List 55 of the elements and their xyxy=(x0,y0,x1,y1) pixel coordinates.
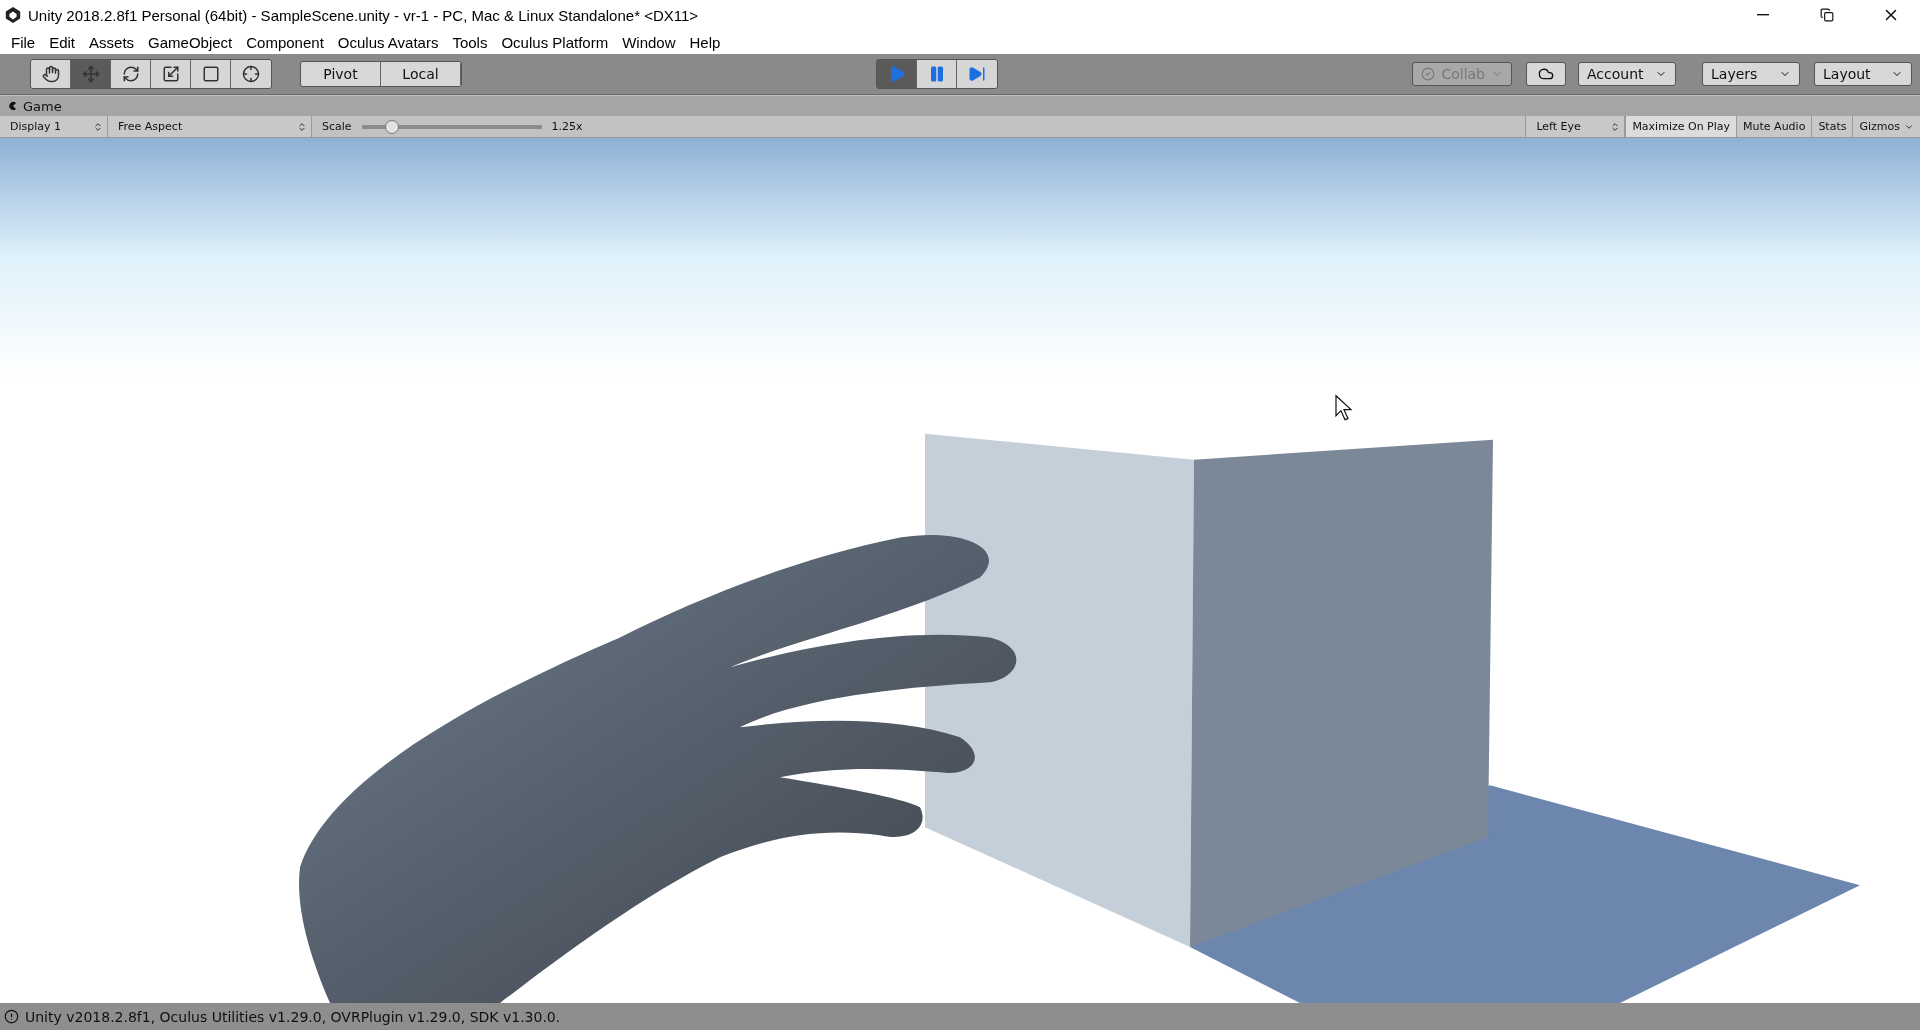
layers-dropdown[interactable]: Layers xyxy=(1702,62,1800,86)
tool-button[interactable] xyxy=(151,60,191,88)
cloud-button[interactable] xyxy=(1526,62,1566,86)
unity-logo-icon xyxy=(4,6,22,24)
tool-button[interactable] xyxy=(31,60,71,88)
menu-item[interactable]: Component xyxy=(239,33,331,51)
check-circle-icon xyxy=(1421,67,1436,81)
toggle-button[interactable]: Stats xyxy=(1811,116,1853,137)
updown-arrows-icon xyxy=(1610,121,1621,132)
toggle-button[interactable]: Mute Audio xyxy=(1736,116,1812,137)
game-tab[interactable]: Game xyxy=(8,98,62,114)
step-icon xyxy=(968,65,987,83)
menu-item[interactable]: Oculus Platform xyxy=(494,33,616,51)
eye-dropdown[interactable]: Left Eye xyxy=(1525,116,1626,137)
step-button[interactable] xyxy=(957,60,998,88)
scale-reading: 1.25x xyxy=(551,120,583,133)
pause-button[interactable] xyxy=(917,60,958,88)
info-icon xyxy=(4,1009,19,1024)
menu-item[interactable]: Window xyxy=(615,33,683,51)
cursor-icon xyxy=(1335,394,1353,421)
rotate-icon xyxy=(121,65,140,83)
scale-icon xyxy=(161,65,180,83)
tool-button[interactable] xyxy=(191,60,231,88)
menu-item[interactable]: GameObject xyxy=(141,33,240,51)
menu-item[interactable]: File xyxy=(4,33,43,51)
pivot-toggle-button[interactable]: Pivot xyxy=(301,62,381,86)
cloud-icon xyxy=(1538,66,1554,82)
toggle-button[interactable]: Maximize On Play xyxy=(1625,116,1737,137)
account-dropdown[interactable]: Account xyxy=(1578,62,1676,86)
restore-icon xyxy=(1820,8,1834,22)
game-tab-icon xyxy=(8,101,18,111)
menu-item[interactable]: Oculus Avatars xyxy=(330,33,446,51)
play-button[interactable] xyxy=(877,60,918,88)
aspect-dropdown[interactable]: Free Aspect xyxy=(108,116,312,137)
pivot-toggle-button[interactable]: Local xyxy=(381,62,461,86)
menu-item[interactable]: Help xyxy=(682,33,728,51)
scale-label: Scale xyxy=(322,120,352,133)
crosshair-icon xyxy=(242,65,260,83)
layout-dropdown[interactable]: Layout xyxy=(1814,62,1912,86)
window-title: Unity 2018.2.8f1 Personal (64bit) - SampleScene.unity - vr-1 - PC, Mac & Linux Standalone* <DX11> xyxy=(28,6,700,24)
updown-arrows-icon xyxy=(93,121,103,132)
updown-arrows-icon xyxy=(297,121,307,132)
tool-button[interactable] xyxy=(231,60,271,88)
tool-button[interactable] xyxy=(111,60,151,88)
menu-item[interactable]: Tools xyxy=(445,33,495,51)
gizmos-dropdown[interactable]: Gizmos xyxy=(1852,116,1920,137)
minimize-icon xyxy=(1757,14,1769,16)
status-message: Unity v2018.2.8f1, Oculus Utilities v1.29.0, OVRPlugin v1.29.0, SDK v1.30.0. xyxy=(25,1008,561,1025)
hand-icon xyxy=(41,65,60,83)
menu-item[interactable]: Assets xyxy=(82,33,142,51)
rect-icon xyxy=(201,65,220,83)
move-icon xyxy=(81,65,100,83)
menu-item[interactable]: Edit xyxy=(42,33,83,51)
slider-thumb[interactable] xyxy=(384,119,399,134)
display-dropdown[interactable]: Display 1 xyxy=(0,116,108,137)
